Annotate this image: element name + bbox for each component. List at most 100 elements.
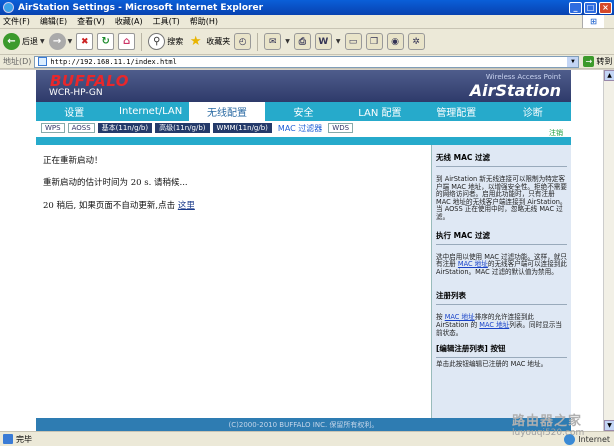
subnav-basic[interactable]: 基本(11n/g/b) bbox=[97, 123, 153, 133]
help-title-enable: 执行 MAC 过滤 bbox=[436, 230, 490, 240]
help-title-edit: [编辑注册列表] 按钮 bbox=[436, 344, 506, 354]
toolbar: ← 后退 ▼ → ▼ ✖ ↻ ⌂ ⚲ 搜索 ★ 收藏夹 ◴ ✉ ▼ ⎙ W ▼ … bbox=[0, 29, 614, 55]
nav-lan-config[interactable]: LAN 配置 bbox=[342, 102, 418, 121]
history-icon[interactable]: ◴ bbox=[234, 33, 252, 50]
help-text-edit: 单击此按钮编辑已注册的 MAC 地址。 bbox=[436, 360, 548, 369]
minimize-icon[interactable]: _ bbox=[569, 1, 582, 14]
mac-address-link[interactable]: MAC 地址 bbox=[479, 321, 509, 329]
restart-message: 正在重新启动！ bbox=[43, 156, 103, 166]
back-button[interactable]: ← 后退 ▼ bbox=[3, 32, 45, 52]
go-label: 转到 bbox=[596, 57, 613, 66]
go-arrow-icon: → bbox=[583, 56, 595, 67]
address-url[interactable]: http://192.168.11.1/index.html bbox=[50, 58, 176, 66]
zone-label: Internet bbox=[578, 434, 610, 444]
mail-dropdown-icon[interactable]: ▼ bbox=[285, 38, 290, 45]
nav-setup[interactable]: 设置 bbox=[36, 102, 112, 121]
help-text-mac-filter: 到 AirStation 新无线连接可以限制为特定客户端 MAC 地址，以增强安… bbox=[436, 175, 567, 221]
notes-icon[interactable]: ▭ bbox=[344, 33, 362, 50]
menu-file[interactable]: 文件(F) bbox=[3, 16, 30, 27]
subnav-wps[interactable]: WPS bbox=[41, 123, 65, 133]
research-icon[interactable]: ❒ bbox=[365, 33, 383, 50]
favorites-label: 收藏夹 bbox=[206, 37, 231, 46]
tools-icon[interactable]: ✲ bbox=[407, 33, 425, 50]
refresh-icon[interactable]: ↻ bbox=[97, 33, 115, 50]
print-icon[interactable]: ⎙ bbox=[293, 33, 311, 50]
status-text: 完毕 bbox=[16, 434, 32, 444]
window-title: AirStation Settings - Microsoft Internet… bbox=[18, 2, 264, 13]
home-icon[interactable]: ⌂ bbox=[118, 33, 136, 50]
nav-diagnostics[interactable]: 诊断 bbox=[495, 102, 571, 121]
toolbar-separator bbox=[141, 32, 143, 51]
search-button[interactable]: ⚲ 搜索 bbox=[148, 32, 183, 52]
router-page: BUFFALO WCR-HP-GN Wireless Access Point … bbox=[36, 70, 571, 431]
address-input[interactable]: http://192.168.11.1/index.html ▼ bbox=[34, 55, 580, 68]
router-header: BUFFALO WCR-HP-GN Wireless Access Point … bbox=[36, 70, 571, 102]
click-here-link[interactable]: 这里 bbox=[178, 201, 195, 211]
address-dropdown-icon[interactable]: ▼ bbox=[567, 56, 579, 67]
messenger-icon[interactable]: ◉ bbox=[386, 33, 404, 50]
address-bar: 地址(D) http://192.168.11.1/index.html ▼ →… bbox=[0, 55, 614, 69]
search-icon: ⚲ bbox=[148, 33, 166, 50]
help-text-list: 按 MAC 地址排序的允许连接到此 AirStation 的 MAC 地址列表。… bbox=[436, 314, 567, 337]
go-button[interactable]: → 转到 bbox=[583, 56, 612, 67]
product-line: Wireless Access Point bbox=[485, 73, 561, 81]
status-bar: 完毕 Internet bbox=[0, 431, 614, 446]
help-divider bbox=[436, 166, 567, 167]
airstation-logo: AirStation bbox=[469, 81, 561, 100]
page-status-icon bbox=[3, 434, 13, 444]
edit-icon[interactable]: W bbox=[314, 33, 332, 50]
menu-help[interactable]: 帮助(H) bbox=[190, 16, 218, 27]
favorites-button[interactable]: ★ 收藏夹 bbox=[187, 32, 230, 52]
refresh-hint-text: 20 稍后, 如果页面不自动更新,点击 bbox=[43, 201, 178, 211]
help-divider bbox=[436, 243, 567, 245]
security-zone: Internet bbox=[564, 433, 614, 445]
star-icon: ★ bbox=[189, 34, 202, 49]
scroll-down-icon[interactable]: ▼ bbox=[604, 420, 614, 431]
subnav-aoss[interactable]: AOSS bbox=[67, 123, 95, 133]
ie-logo-icon bbox=[3, 2, 14, 13]
menu-favorites[interactable]: 收藏(A) bbox=[115, 16, 143, 27]
subnav-wmm[interactable]: WMM(11n/g/b) bbox=[212, 123, 272, 133]
forward-button[interactable]: → ▼ bbox=[48, 32, 73, 52]
main-content: 正在重新启动！ 重新启动的估计时间为 20 s. 请稍候... 20 稍后, 如… bbox=[36, 145, 432, 418]
windows-flag-icon: ⊞ bbox=[582, 15, 604, 28]
window-title-bar: AirStation Settings - Microsoft Internet… bbox=[0, 0, 614, 15]
help-divider bbox=[436, 304, 567, 306]
vertical-scrollbar[interactable]: ▲ ▼ bbox=[603, 70, 614, 431]
help-title-mac-filter: 无线 MAC 过滤 bbox=[436, 153, 490, 162]
forward-dropdown-icon[interactable]: ▼ bbox=[68, 38, 73, 45]
close-icon[interactable]: × bbox=[599, 1, 612, 14]
window-controls: _ □ × bbox=[569, 1, 614, 14]
back-arrow-icon: ← bbox=[3, 33, 20, 50]
page-viewport: BUFFALO WCR-HP-GN Wireless Access Point … bbox=[0, 70, 603, 431]
back-dropdown-icon[interactable]: ▼ bbox=[40, 38, 45, 45]
toolbar-separator bbox=[257, 32, 259, 51]
scroll-up-icon[interactable]: ▲ bbox=[604, 70, 614, 81]
main-nav: 设置 Internet/LAN 无线配置 安全 LAN 配置 管理配置 诊断 bbox=[36, 102, 571, 121]
page-icon bbox=[38, 57, 48, 66]
globe-icon bbox=[564, 433, 576, 445]
page-footer: (C)2000-2010 BUFFALO INC. 保留所有权利。 bbox=[36, 418, 571, 431]
back-label: 后退 bbox=[22, 37, 38, 46]
help-text-enable: 选中启用以使用 MAC 过滤功能。这样，就只有注册 MAC 地址的无线客户端可以… bbox=[436, 253, 567, 277]
maximize-icon[interactable]: □ bbox=[584, 1, 597, 14]
nav-wireless[interactable]: 无线配置 bbox=[188, 102, 266, 121]
model-name: WCR-HP-GN bbox=[49, 88, 103, 98]
stop-icon[interactable]: ✖ bbox=[76, 33, 94, 50]
nav-admin[interactable]: 管理配置 bbox=[418, 102, 494, 121]
subnav-wds[interactable]: WDS bbox=[328, 123, 354, 133]
nav-security[interactable]: 安全 bbox=[265, 102, 341, 121]
help-divider bbox=[436, 357, 567, 359]
nav-internet-lan[interactable]: Internet/LAN bbox=[112, 102, 188, 121]
subnav-mac-filter[interactable]: MAC 过滤器 bbox=[275, 123, 325, 133]
subnav-advanced[interactable]: 高级(11n/g/b) bbox=[155, 123, 210, 133]
menu-tools[interactable]: 工具(T) bbox=[153, 16, 180, 27]
menu-view[interactable]: 查看(V) bbox=[77, 16, 105, 27]
search-label: 搜索 bbox=[167, 37, 184, 46]
menu-bar: 文件(F) 编辑(E) 查看(V) 收藏(A) 工具(T) 帮助(H) ⊞ bbox=[0, 15, 614, 29]
menu-edit[interactable]: 编辑(E) bbox=[40, 16, 67, 27]
edit-dropdown-icon[interactable]: ▼ bbox=[336, 38, 341, 45]
mail-icon[interactable]: ✉ bbox=[264, 33, 282, 50]
forward-arrow-icon: → bbox=[48, 33, 66, 50]
sub-nav: WPS AOSS 基本(11n/g/b) 高级(11n/g/b) WMM(11n… bbox=[36, 121, 571, 137]
